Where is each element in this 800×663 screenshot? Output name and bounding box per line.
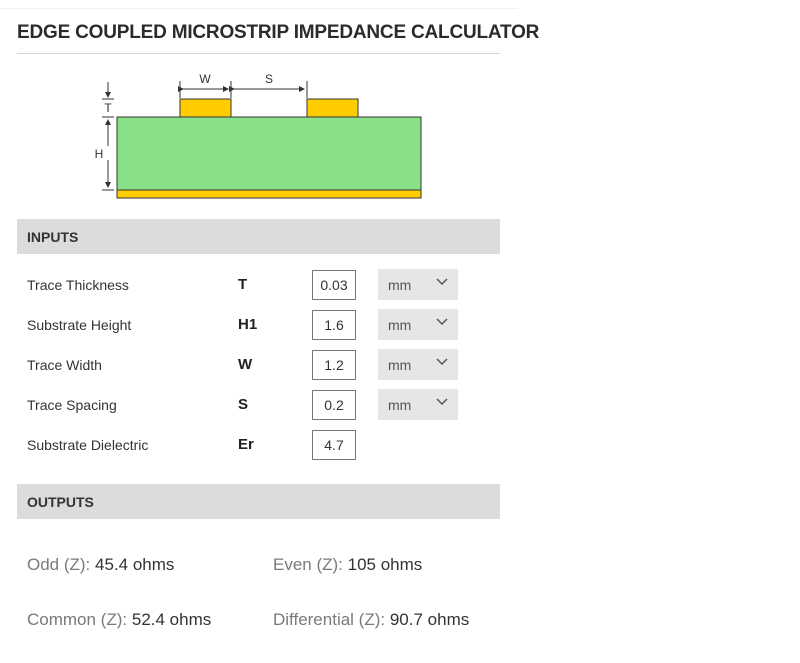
even-impedance-output: Even (Z): 105 ohms [273,555,422,575]
trace-thickness-label: Trace Thickness [27,277,129,293]
h-dimension-label: H [95,147,104,161]
odd-impedance-value: 45.4 ohms [95,555,175,574]
input-row-trace-thickness: Trace Thickness T mm [17,269,500,300]
left-trace [179,98,232,118]
s-dimension-label: S [265,72,273,86]
trace-width-label: Trace Width [27,357,102,373]
trace-spacing-label: Trace Spacing [27,397,117,413]
trace-spacing-symbol: S [238,396,249,413]
trace-thickness-unit-select[interactable]: mm [378,269,458,300]
inputs-section-header: INPUTS [17,219,500,254]
trace-spacing-unit-select[interactable]: mm [378,389,458,420]
substrate-height-unit: mm [388,317,412,333]
chevron-down-icon [436,318,448,326]
outputs-header-label: OUTPUTS [27,494,94,510]
inputs-header-label: INPUTS [27,229,79,245]
differential-impedance-label: Differential (Z): [273,610,386,629]
trace-width-input[interactable] [312,350,356,380]
input-row-substrate-dielectric: Substrate Dielectric Er [17,430,500,460]
trace-width-symbol: W [238,356,253,373]
trace-thickness-input[interactable] [312,270,356,300]
differential-impedance-value: 90.7 ohms [389,610,470,629]
common-impedance-output: Common (Z): 52.4 ohms [27,610,211,630]
input-row-trace-width: Trace Width W mm [17,349,500,380]
top-divider [0,8,518,9]
outputs-section-header: OUTPUTS [17,484,500,519]
t-dimension-label: T [104,101,112,115]
title-divider [17,53,500,54]
page-title: EDGE COUPLED MICROSTRIP IMPEDANCE CALCUL… [17,22,540,43]
trace-thickness-symbol: T [238,276,248,293]
substrate-dielectric-label: Substrate Dielectric [27,437,149,453]
trace-spacing-input[interactable] [312,390,356,420]
trace-thickness-unit: mm [388,277,412,293]
substrate-height-symbol: H1 [238,316,258,333]
input-row-trace-spacing: Trace Spacing S mm [17,389,500,420]
substrate-height-unit-select[interactable]: mm [378,309,458,340]
even-impedance-label: Even (Z): [273,555,343,574]
substrate-dielectric-input[interactable] [312,430,356,460]
differential-impedance-output: Differential (Z): 90.7 ohms [273,610,469,630]
common-impedance-label: Common (Z): [27,610,128,629]
trace-width-unit: mm [388,357,412,373]
odd-impedance-output: Odd (Z): 45.4 ohms [27,555,174,575]
ground-plane [116,189,422,199]
w-dimension-label: W [199,72,211,86]
substrate-height-input[interactable] [312,310,356,340]
chevron-down-icon [436,398,448,406]
calculator-page: EDGE COUPLED MICROSTRIP IMPEDANCE CALCUL… [0,0,800,663]
right-trace [306,98,359,118]
even-impedance-value: 105 ohms [347,555,423,574]
chevron-down-icon [436,358,448,366]
common-impedance-value: 52.4 ohms [131,610,212,629]
chevron-down-icon [436,278,448,286]
microstrip-diagram: W S T H [95,72,422,199]
substrate-dielectric-symbol: Er [238,436,254,453]
substrate-height-label: Substrate Height [27,317,132,333]
odd-impedance-label: Odd (Z): [27,555,91,574]
trace-width-unit-select[interactable]: mm [378,349,458,380]
trace-spacing-unit: mm [388,397,412,413]
substrate [116,116,422,191]
input-row-substrate-height: Substrate Height H1 mm [17,309,500,340]
